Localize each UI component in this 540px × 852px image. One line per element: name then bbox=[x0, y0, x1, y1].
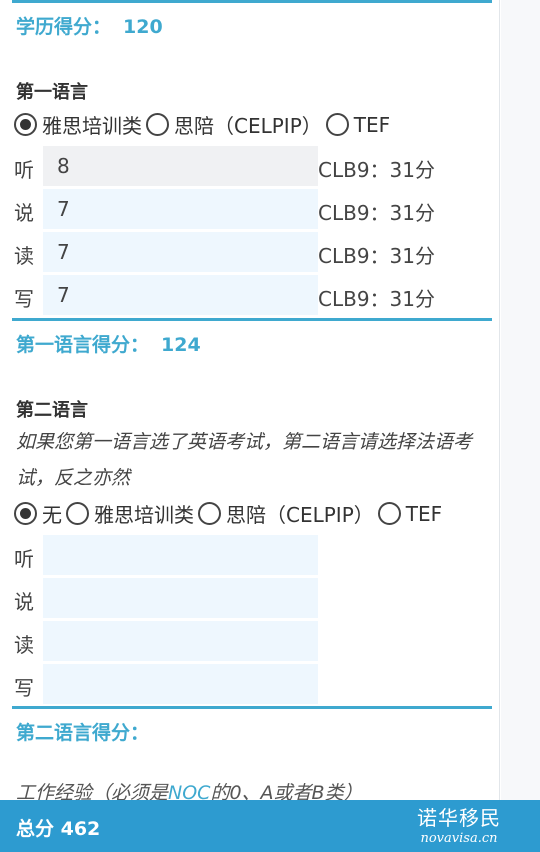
radio-unselected-icon bbox=[146, 113, 169, 136]
clb-result: CLB9：31分 bbox=[318, 287, 436, 311]
section-divider bbox=[12, 0, 492, 3]
second-language-options: 无 雅思培训类 思陪（CELPIP） TEF bbox=[14, 499, 446, 528]
education-score-label: 学历得分： bbox=[16, 16, 112, 38]
clb-result: CLB9：31分 bbox=[318, 158, 436, 182]
second-language-note: 如果您第一语言选了英语考试，第二语言请选择法语考试，反之亦然 bbox=[16, 431, 473, 489]
second-language-score: 第二语言得分： bbox=[16, 722, 150, 744]
radio-selected-icon bbox=[14, 502, 37, 525]
calculator-panel: 学历得分： 120 第一语言 雅思培训类 思陪（CELPIP） TEF 听 8 C… bbox=[0, 0, 500, 852]
first-language-title: 第一语言 bbox=[16, 82, 88, 103]
second-language-row-reading: 读 bbox=[0, 621, 500, 661]
radio-celpip[interactable]: 思陪（CELPIP） bbox=[198, 499, 378, 528]
second-language-row-writing: 写 bbox=[0, 664, 500, 704]
radio-tef[interactable]: TEF bbox=[325, 113, 394, 137]
education-score-value: 120 bbox=[123, 16, 163, 38]
speaking-score-input[interactable] bbox=[43, 578, 318, 618]
first-language-row-writing: 写 7 CLB9：31分 bbox=[0, 275, 500, 315]
radio-none[interactable]: 无 bbox=[14, 499, 66, 528]
first-language-row-speaking: 说 7 CLB9：31分 bbox=[0, 189, 500, 229]
section-divider bbox=[12, 706, 492, 709]
listening-score-input[interactable]: 8 bbox=[43, 146, 318, 186]
section-divider bbox=[12, 318, 492, 321]
writing-score-input[interactable] bbox=[43, 664, 318, 704]
radio-unselected-icon bbox=[377, 502, 401, 525]
radio-unselected-icon bbox=[198, 502, 221, 525]
writing-score-input[interactable]: 7 bbox=[43, 275, 318, 315]
clb-result: CLB9：31分 bbox=[318, 201, 436, 225]
radio-unselected-icon bbox=[66, 502, 89, 525]
speaking-score-input[interactable]: 7 bbox=[43, 189, 318, 229]
reading-score-input[interactable] bbox=[43, 621, 318, 661]
radio-selected-icon bbox=[14, 113, 37, 136]
first-language-options: 雅思培训类 思陪（CELPIP） TEF bbox=[14, 110, 394, 139]
right-margin bbox=[501, 0, 540, 852]
reading-score-input[interactable]: 7 bbox=[43, 232, 318, 272]
first-language-row-reading: 读 7 CLB9：31分 bbox=[0, 232, 500, 272]
radio-ielts[interactable]: 雅思培训类 bbox=[14, 110, 146, 139]
first-language-row-listening: 听 8 CLB9：31分 bbox=[0, 146, 500, 186]
first-language-score: 第一语言得分： 124 bbox=[16, 334, 201, 356]
second-language-row-speaking: 说 bbox=[0, 578, 500, 618]
radio-celpip[interactable]: 思陪（CELPIP） bbox=[146, 110, 326, 139]
education-score: 学历得分： 120 bbox=[16, 12, 163, 39]
radio-ielts[interactable]: 雅思培训类 bbox=[66, 499, 198, 528]
radio-tef[interactable]: TEF bbox=[377, 502, 446, 526]
second-language-title: 第二语言 bbox=[16, 400, 88, 421]
total-score-bar: 总分 462 诺华移民 novavisa.cn bbox=[0, 800, 540, 852]
clb-result: CLB9：31分 bbox=[318, 244, 436, 268]
radio-unselected-icon bbox=[325, 113, 349, 136]
second-language-row-listening: 听 bbox=[0, 535, 500, 575]
brand-logo: 诺华移民 novavisa.cn bbox=[417, 806, 501, 846]
listening-score-input[interactable] bbox=[43, 535, 318, 575]
total-score: 总分 462 bbox=[16, 818, 101, 840]
